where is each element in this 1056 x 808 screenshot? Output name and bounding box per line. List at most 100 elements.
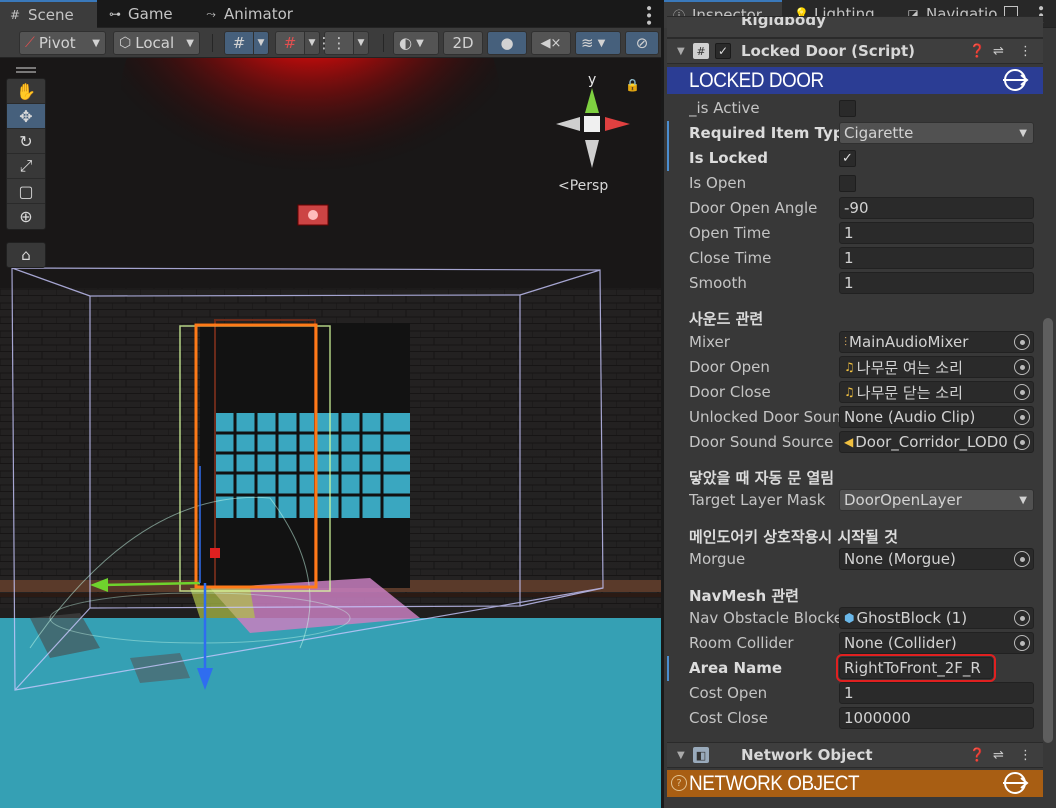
rect-icon: ▢ xyxy=(18,181,34,201)
audio-toggle-button[interactable]: ◀× xyxy=(531,31,571,55)
modified-marker xyxy=(667,121,669,146)
audio-source-icon: ◀ xyxy=(844,435,854,449)
hidden-objects-button[interactable]: ⊘ xyxy=(625,31,659,55)
local-dropdown[interactable]: ⬡ Local ▼ xyxy=(113,31,200,55)
object-picker-icon[interactable] xyxy=(1014,359,1030,375)
smooth-input[interactable]: 1 xyxy=(839,272,1034,294)
door-open-object-field[interactable]: ♫ 나무문 여는 소리 xyxy=(839,356,1034,378)
door-open-value: 나무문 여는 소리 xyxy=(856,358,963,377)
transform-tool-button[interactable]: ⊕ xyxy=(7,204,45,229)
open-time-input[interactable]: 1 xyxy=(839,222,1034,244)
object-picker-icon[interactable] xyxy=(1014,635,1030,651)
grid-snap-dropdown[interactable]: ▼ xyxy=(253,31,269,55)
scale-tool-button[interactable]: ⤢ xyxy=(7,154,45,179)
inspector-scrollbar[interactable] xyxy=(1043,318,1053,743)
target-layer-value: DoorOpenLayer xyxy=(844,491,962,509)
is-locked-checkbox[interactable]: ✓ xyxy=(839,150,856,167)
pivot-dropdown[interactable]: ⟋ Pivot ▼ xyxy=(19,31,106,55)
foldout-arrow-icon[interactable]: ▼ xyxy=(677,46,685,57)
close-time-input[interactable]: 1 xyxy=(839,247,1034,269)
object-picker-icon[interactable] xyxy=(1014,384,1030,400)
navmesh-section-header: NavMesh 관련 xyxy=(689,587,799,605)
tab-game[interactable]: ⊶ Game xyxy=(100,0,192,28)
grid-visibility-dropdown[interactable]: ▼ xyxy=(353,31,369,55)
component-enabled-checkbox[interactable]: ✓ xyxy=(715,43,731,59)
effects-dropdown[interactable]: ≋ ▼ xyxy=(575,31,621,55)
toolbar-divider xyxy=(212,34,213,52)
object-picker-icon[interactable] xyxy=(1014,409,1030,425)
network-script-icon: ◧ xyxy=(693,747,709,763)
preset-icon[interactable]: ⇌ xyxy=(993,44,1004,59)
morgue-value: None (Morgue) xyxy=(844,550,956,568)
field-room-collider: Room Collider None (Collider) xyxy=(667,631,1043,656)
mixer-value: MainAudioMixer xyxy=(849,333,969,351)
tab-animator[interactable]: ⤳ Animator xyxy=(196,0,306,28)
cost-close-input[interactable]: 1000000 xyxy=(839,707,1034,729)
network-object-header[interactable]: ▼ ◧ Network Object ❓ ⇌ ⋮ xyxy=(667,742,1043,768)
nav-obstacle-label: Nav Obstacle Blocke xyxy=(689,609,839,627)
unlocked-sound-value: None (Audio Clip) xyxy=(844,408,976,426)
bulb-icon: ● xyxy=(500,34,514,52)
help-icon[interactable]: ❓ xyxy=(969,748,985,763)
locked-door-header[interactable]: ▼ # ✓ Locked Door (Script) ❓ ⇌ ⋮ xyxy=(667,38,1043,64)
is-open-checkbox[interactable] xyxy=(839,175,856,192)
field-door-close: Door Close ♫ 나무문 닫는 소리 xyxy=(667,380,1043,405)
increment-snap-button[interactable]: # xyxy=(275,31,305,55)
nav-obstacle-object-field[interactable]: ⬢ GhostBlock (1) xyxy=(839,607,1034,629)
open-time-label: Open Time xyxy=(689,224,771,242)
area-name-input[interactable]: RightToFront_2F_R xyxy=(836,654,996,682)
scene-viewport[interactable]: y 🔒 <Persp ✋ ✥ ↻ ⤢ ▢ ⊕ ⌂ xyxy=(0,58,661,808)
object-picker-icon[interactable] xyxy=(1014,610,1030,626)
is-active-checkbox[interactable] xyxy=(839,100,856,117)
component-menu-icon[interactable]: ⋮ xyxy=(1019,44,1032,59)
field-open-time: Open Time 1 xyxy=(667,221,1043,246)
lock-icon[interactable]: 🔒 xyxy=(625,78,640,92)
rotate-tool-button[interactable]: ↻ xyxy=(7,129,45,154)
photon-logo-icon xyxy=(1003,772,1029,794)
unlocked-sound-object-field[interactable]: None (Audio Clip) xyxy=(839,406,1034,428)
mixer-object-field[interactable]: ⫶ MainAudioMixer xyxy=(839,331,1034,353)
help-icon[interactable]: ❓ xyxy=(969,44,985,59)
object-picker-icon[interactable] xyxy=(1014,334,1030,350)
hand-tool-button[interactable]: ✋ xyxy=(7,79,45,104)
lighting-toggle-button[interactable]: ● xyxy=(487,31,527,55)
rect-tool-button[interactable]: ▢ xyxy=(7,179,45,204)
scene-toolbar: ⟋ Pivot ▼ ⬡ Local ▼ # ▼ # ▼ ⋮⋮⋮ ▼ ◐ ▼ 2D xyxy=(0,28,661,58)
field-close-time: Close Time 1 xyxy=(667,246,1043,271)
component-menu-icon[interactable]: ⋮ xyxy=(1019,748,1032,763)
tab-scene[interactable]: # Scene xyxy=(0,0,97,28)
audio-clip-icon: ♫ xyxy=(844,385,855,399)
sound-section-header: 사운드 관련 xyxy=(689,310,764,328)
modified-marker xyxy=(667,656,669,681)
grid-snap-button[interactable]: # xyxy=(224,31,254,55)
object-picker-icon[interactable] xyxy=(1014,551,1030,567)
rigidbody-header[interactable]: Rigidbody xyxy=(667,16,1043,38)
shading-mode-dropdown[interactable]: ◐ ▼ xyxy=(393,31,439,55)
door-close-value: 나무문 닫는 소리 xyxy=(856,383,963,402)
cost-open-input[interactable]: 1 xyxy=(839,682,1034,704)
grid-visibility-button[interactable]: ⋮⋮⋮ xyxy=(317,31,362,55)
door-open-angle-label: Door Open Angle xyxy=(689,199,818,217)
custom-tool-button[interactable]: ⌂ xyxy=(6,242,46,268)
required-item-dropdown[interactable]: Cigarette ▼ xyxy=(839,122,1034,144)
pivot-icon: ⟋ xyxy=(25,35,35,51)
room-collider-object-field[interactable]: None (Collider) xyxy=(839,632,1034,654)
object-picker-icon[interactable] xyxy=(1014,434,1030,450)
cost-close-label: Cost Close xyxy=(689,709,768,727)
main-door-section-header: 메인도어키 상호작용시 시작될 것 xyxy=(689,528,898,546)
door-sound-source-object-field[interactable]: ◀ Door_Corridor_LOD0 ( xyxy=(839,431,1034,453)
modified-marker xyxy=(667,146,669,171)
locked-door-title: Locked Door (Script) xyxy=(741,42,915,60)
morgue-object-field[interactable]: None (Morgue) xyxy=(839,548,1034,570)
scene-kebab-icon[interactable]: ••• xyxy=(640,4,656,26)
chevron-down-icon: ▼ xyxy=(1019,494,1027,506)
preset-icon[interactable]: ⇌ xyxy=(993,748,1004,763)
move-tool-button[interactable]: ✥ xyxy=(7,104,45,129)
target-layer-dropdown[interactable]: DoorOpenLayer ▼ xyxy=(839,489,1034,511)
door-open-angle-input[interactable]: -90 xyxy=(839,197,1034,219)
door-close-object-field[interactable]: ♫ 나무문 닫는 소리 xyxy=(839,381,1034,403)
chevron-down-icon: ▼ xyxy=(92,37,100,49)
foldout-arrow-icon[interactable]: ▼ xyxy=(677,750,685,761)
persp-label[interactable]: <Persp xyxy=(558,178,608,194)
toggle-2d-button[interactable]: 2D xyxy=(443,31,483,55)
